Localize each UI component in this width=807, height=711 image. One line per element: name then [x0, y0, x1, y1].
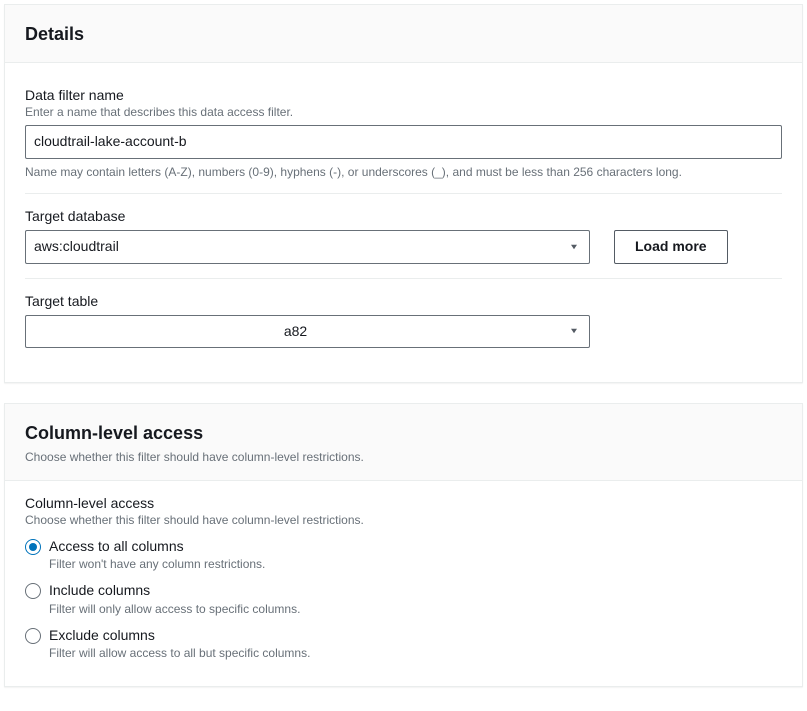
radio-label: Exclude columns: [49, 626, 310, 646]
column-access-subdesc: Choose whether this filter should have c…: [25, 450, 782, 464]
target-table-group: Target table a82: [25, 278, 782, 363]
filter-name-hint: Name may contain letters (A-Z), numbers …: [25, 165, 782, 179]
radio-icon: [25, 583, 41, 599]
column-access-section-desc: Choose whether this filter should have c…: [25, 513, 782, 527]
radio-exclude-columns[interactable]: Exclude columns Filter will allow access…: [25, 622, 782, 667]
filter-name-desc: Enter a name that describes this data ac…: [25, 105, 782, 119]
details-panel: Details Data filter name Enter a name th…: [4, 4, 803, 383]
radio-include-columns[interactable]: Include columns Filter will only allow a…: [25, 577, 782, 622]
filter-name-input[interactable]: [25, 125, 782, 159]
filter-name-group: Data filter name Enter a name that descr…: [25, 77, 782, 193]
details-body: Data filter name Enter a name that descr…: [5, 63, 802, 382]
details-title: Details: [25, 23, 782, 46]
details-header: Details: [5, 5, 802, 63]
radio-label: Access to all columns: [49, 537, 265, 557]
filter-name-label: Data filter name: [25, 87, 782, 103]
radio-desc: Filter will only allow access to specifi…: [49, 602, 300, 616]
radio-label: Include columns: [49, 581, 300, 601]
radio-icon: [25, 628, 41, 644]
radio-desc: Filter won't have any column restriction…: [49, 557, 265, 571]
radio-access-all-columns[interactable]: Access to all columns Filter won't have …: [25, 533, 782, 578]
column-access-panel: Column-level access Choose whether this …: [4, 403, 803, 687]
radio-desc: Filter will allow access to all but spec…: [49, 646, 310, 660]
column-access-section-label: Column-level access: [25, 495, 782, 511]
target-table-select-wrap: a82: [25, 315, 590, 349]
target-database-select-wrap: aws:cloudtrail: [25, 230, 590, 264]
column-access-radio-group: Access to all columns Filter won't have …: [25, 533, 782, 667]
target-database-group: Target database aws:cloudtrail Load more: [25, 193, 782, 278]
column-access-body: Column-level access Choose whether this …: [5, 481, 802, 687]
target-table-label: Target table: [25, 293, 782, 309]
radio-icon: [25, 539, 41, 555]
target-database-label: Target database: [25, 208, 782, 224]
column-access-header: Column-level access Choose whether this …: [5, 404, 802, 480]
load-more-button[interactable]: Load more: [614, 230, 728, 264]
target-table-select[interactable]: a82: [25, 315, 590, 349]
column-access-title: Column-level access: [25, 422, 782, 445]
target-database-select[interactable]: aws:cloudtrail: [25, 230, 590, 264]
